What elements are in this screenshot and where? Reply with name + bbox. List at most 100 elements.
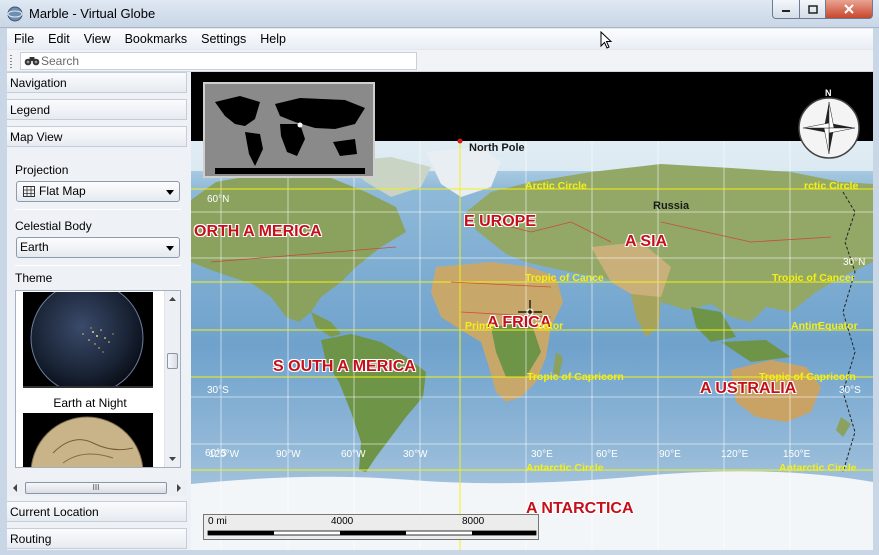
toolbar-grip[interactable]: [10, 55, 12, 68]
scroll-grip: III: [92, 483, 100, 492]
south-america-label: S OUTH A MERICA: [273, 358, 416, 375]
close-button[interactable]: [825, 0, 873, 19]
theme-list[interactable]: Earth at Night: [15, 290, 181, 468]
arctic-circle-label-right: rctic Circle: [804, 180, 859, 192]
menu-view[interactable]: View: [77, 29, 118, 49]
theme-label: Theme: [15, 271, 53, 285]
lat-label-30n: 30°N: [843, 257, 866, 268]
lon-label-60e: 60°E: [596, 449, 618, 460]
tropic-cancer-label-mid: Tropic of Cance: [525, 272, 604, 284]
equator-label-mid: uator: [537, 320, 564, 332]
tropic-capricorn-label-right: Tropic of Capricorn: [759, 371, 856, 383]
close-icon: [844, 4, 854, 14]
australia-label: A USTRALIA: [700, 380, 797, 397]
window-frame-right: [873, 28, 879, 555]
flat-map-icon: [23, 186, 35, 197]
lon-label-90w: 90°W: [276, 449, 301, 460]
lon-label-90e: 90°E: [659, 449, 681, 460]
scroll-up-icon: [169, 297, 176, 301]
divider: [15, 209, 181, 210]
projection-value: Flat Map: [39, 184, 86, 198]
search-toolbar: [7, 50, 873, 72]
side-panel: Navigation Legend Map View Projection Fl…: [7, 72, 191, 550]
north-pole-label: North Pole: [469, 142, 525, 154]
theme-item-historical[interactable]: [16, 413, 164, 467]
scale-bar: 0 mi 4000 8000: [203, 514, 539, 540]
hscrollbar-thumb[interactable]: III: [25, 482, 167, 494]
menu-edit[interactable]: Edit: [41, 29, 77, 49]
north-america-label: ORTH A MERICA: [194, 223, 322, 240]
window-frame-bottom: [0, 550, 879, 555]
title-bar: Marble - Virtual Globe: [0, 0, 879, 28]
antarctic-circle-label-right: Antarctic Circle: [779, 462, 857, 474]
tropic-cancer-label-right: Tropic of Cancer: [772, 272, 855, 284]
mouse-cursor-icon: [600, 31, 613, 49]
marble-app-icon: [7, 6, 23, 22]
theme-item-earth-at-night[interactable]: Earth at Night: [16, 291, 164, 413]
lon-label-60w: 60°W: [341, 449, 366, 460]
scale-label-4000: 4000: [331, 516, 354, 527]
compass-rose[interactable]: N: [797, 88, 861, 160]
lon-label-120e: 120°E: [721, 449, 749, 460]
map-view[interactable]: N North Pole Russia ORTH A MERICA E UROP…: [191, 72, 873, 550]
scale-bar-graphic: [207, 530, 537, 536]
lon-label-30w: 30°W: [403, 449, 428, 460]
lat-label-30s-left: 30°S: [207, 385, 229, 396]
lon-label-30e: 30°E: [531, 449, 553, 460]
minimize-icon: [782, 10, 790, 12]
menu-help[interactable]: Help: [253, 29, 293, 49]
search-input[interactable]: [41, 53, 411, 69]
celestial-body-label: Celestial Body: [15, 219, 92, 233]
section-legend[interactable]: Legend: [7, 99, 187, 120]
arctic-circle-label: Arctic Circle: [525, 180, 587, 192]
minimize-button[interactable]: [772, 0, 800, 19]
compass-icon: [798, 97, 860, 159]
overview-map[interactable]: [203, 82, 375, 178]
prime-meridian-label: Prime: [465, 320, 495, 332]
celestial-body-select[interactable]: Earth: [16, 237, 180, 258]
sidebar-horizontal-scrollbar[interactable]: III: [7, 480, 187, 496]
scroll-right-icon: [177, 484, 181, 492]
russia-label: Russia: [653, 200, 690, 212]
scale-label-8000: 8000: [462, 516, 485, 527]
antarctic-circle-label: Antarctic Circle: [526, 462, 604, 474]
theme-item-label: Earth at Night: [53, 396, 127, 410]
lat-label-60n: 60°N: [207, 194, 230, 205]
projection-select[interactable]: Flat Map: [16, 181, 180, 202]
menu-bookmarks[interactable]: Bookmarks: [118, 29, 195, 49]
chevron-down-icon: [166, 246, 174, 251]
scale-label-0: 0 mi: [208, 516, 227, 527]
earth-at-night-thumbnail: [23, 292, 153, 388]
menu-settings[interactable]: Settings: [194, 29, 253, 49]
tropic-capricorn-label-mid: Tropic of Capricorn: [527, 371, 624, 383]
asia-label: A SIA: [625, 233, 668, 250]
europe-label: E UROPE: [464, 213, 537, 230]
scroll-left-icon: [13, 484, 17, 492]
section-routing[interactable]: Routing: [7, 528, 187, 549]
antarctica-label: A NTARCTICA: [526, 500, 634, 517]
maximize-icon: [807, 4, 818, 14]
section-current-location[interactable]: Current Location: [7, 501, 187, 522]
scrollbar-thumb[interactable]: [167, 353, 178, 369]
section-map-view[interactable]: Map View: [7, 126, 187, 147]
chevron-down-icon: [166, 190, 174, 195]
window-frame-left: [0, 28, 7, 555]
lon-label-150e: 150°E: [783, 449, 811, 460]
menu-bar: File Edit View Bookmarks Settings Help: [7, 29, 873, 49]
scroll-down-icon: [169, 457, 176, 461]
lat-label-30s-right: 30°S: [839, 385, 861, 396]
antimeridian-label: Antim: [791, 320, 821, 332]
projection-label: Projection: [15, 163, 69, 177]
overview-world-icon: [205, 84, 373, 176]
divider: [15, 265, 181, 266]
section-navigation[interactable]: Navigation: [7, 72, 187, 93]
theme-list-scrollbar[interactable]: [164, 291, 180, 467]
menu-file[interactable]: File: [7, 29, 41, 49]
maximize-button[interactable]: [799, 0, 826, 19]
search-field[interactable]: [20, 52, 417, 70]
celestial-body-value: Earth: [20, 240, 49, 254]
historical-map-thumbnail: [23, 413, 153, 467]
lon-label-120w: 120°W: [209, 449, 240, 460]
window-title: Marble - Virtual Globe: [29, 6, 156, 21]
binoculars-icon: [24, 57, 40, 66]
